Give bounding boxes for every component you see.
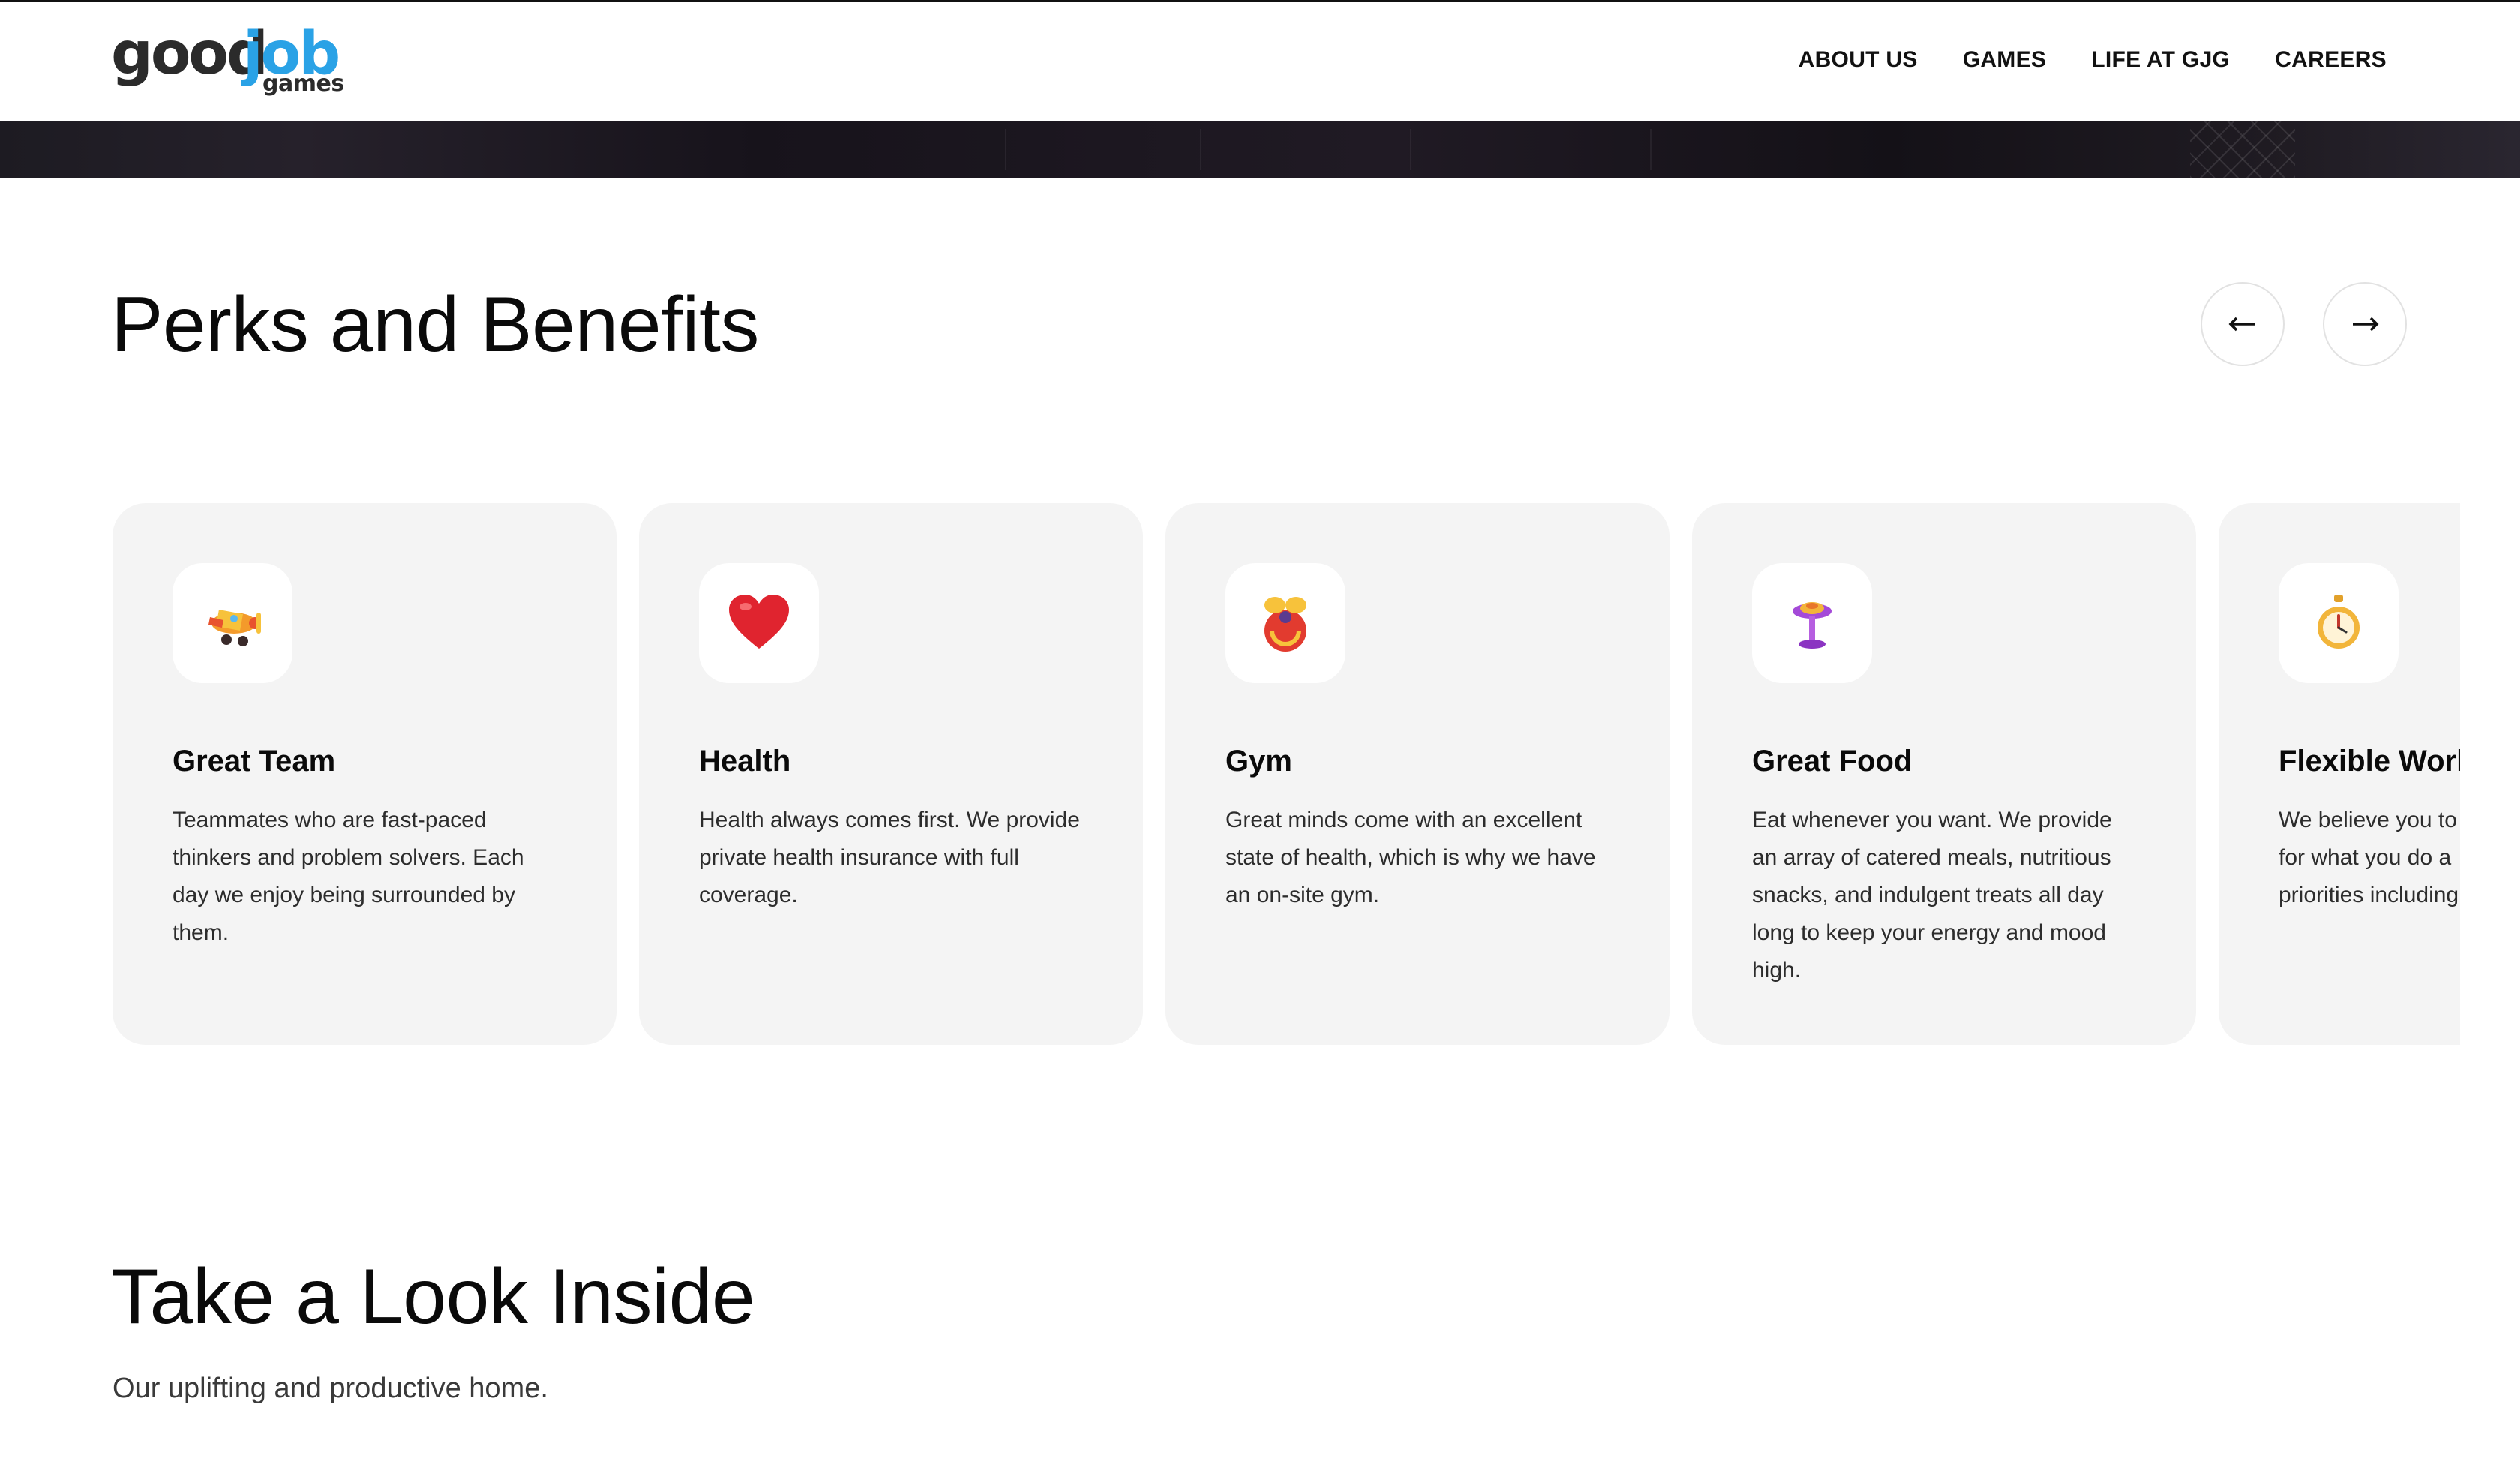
perk-description: Teammates who are fast-paced thinkers an… xyxy=(172,808,524,945)
carousel-next-button[interactable] xyxy=(2323,282,2407,366)
perk-title: Health xyxy=(699,745,791,778)
site-header: good job games ABOUT US GAMES LIFE AT GJ… xyxy=(0,0,2520,122)
perk-card-great-food: Great Food Eat whenever you want. We pro… xyxy=(1692,503,2196,1045)
perk-card-flexible-work: Flexible Work We believe you to for what… xyxy=(2218,503,2460,1045)
perks-section-title: Perks and Benefits xyxy=(111,281,759,368)
heart-icon xyxy=(729,595,789,649)
kettlebell-icon xyxy=(1264,597,1306,652)
carousel-prev-button[interactable] xyxy=(2200,282,2284,366)
perk-card-gym: Gym Great minds come with an excellent s… xyxy=(1166,503,1670,1045)
perk-title: Flexible Work xyxy=(2278,745,2460,778)
toy-airplane-icon xyxy=(208,610,261,646)
goodjob-games-logo[interactable]: good job games xyxy=(111,25,344,100)
perk-description: Eat whenever you want. We provide an arr… xyxy=(1752,808,2112,982)
arrow-left-icon xyxy=(2228,316,2254,332)
perk-card-health: Health Health always comes first. We pro… xyxy=(639,503,1143,1045)
perk-title: Great Team xyxy=(172,745,336,778)
perk-icon-container xyxy=(1226,563,1346,683)
hero-image-strip xyxy=(0,122,2520,178)
logo-word-games: games xyxy=(262,70,344,97)
look-inside-title: Take a Look Inside xyxy=(111,1253,755,1340)
perk-icon-container xyxy=(1752,563,1872,683)
perk-icon-container xyxy=(699,563,819,683)
nav-life-at-gjg[interactable]: LIFE AT GJG xyxy=(2091,47,2230,73)
nav-games[interactable]: GAMES xyxy=(1963,47,2047,73)
main-nav: ABOUT US GAMES LIFE AT GJG CAREERS xyxy=(1798,47,2386,73)
cake-stand-icon xyxy=(1792,602,1832,649)
nav-about-us[interactable]: ABOUT US xyxy=(1798,47,1918,73)
perk-description: We believe you to for what you do a prio… xyxy=(2278,808,2459,908)
perk-icon-container xyxy=(172,563,292,683)
look-inside-subtitle: Our uplifting and productive home. xyxy=(112,1372,548,1404)
arrow-right-icon xyxy=(2353,316,2379,332)
perk-card-great-team: Great Team Teammates who are fast-paced … xyxy=(112,503,616,1045)
perk-description: Great minds come with an excellent state… xyxy=(1226,808,1596,908)
perk-title: Great Food xyxy=(1752,745,1912,778)
nav-careers[interactable]: CAREERS xyxy=(2275,47,2386,73)
perk-title: Gym xyxy=(1226,745,1292,778)
perk-icon-container xyxy=(2278,563,2398,683)
perks-carousel[interactable]: Great Team Teammates who are fast-paced … xyxy=(112,503,2460,1045)
perk-description: Health always comes first. We provide pr… xyxy=(699,808,1080,908)
stopwatch-icon xyxy=(2318,595,2360,649)
